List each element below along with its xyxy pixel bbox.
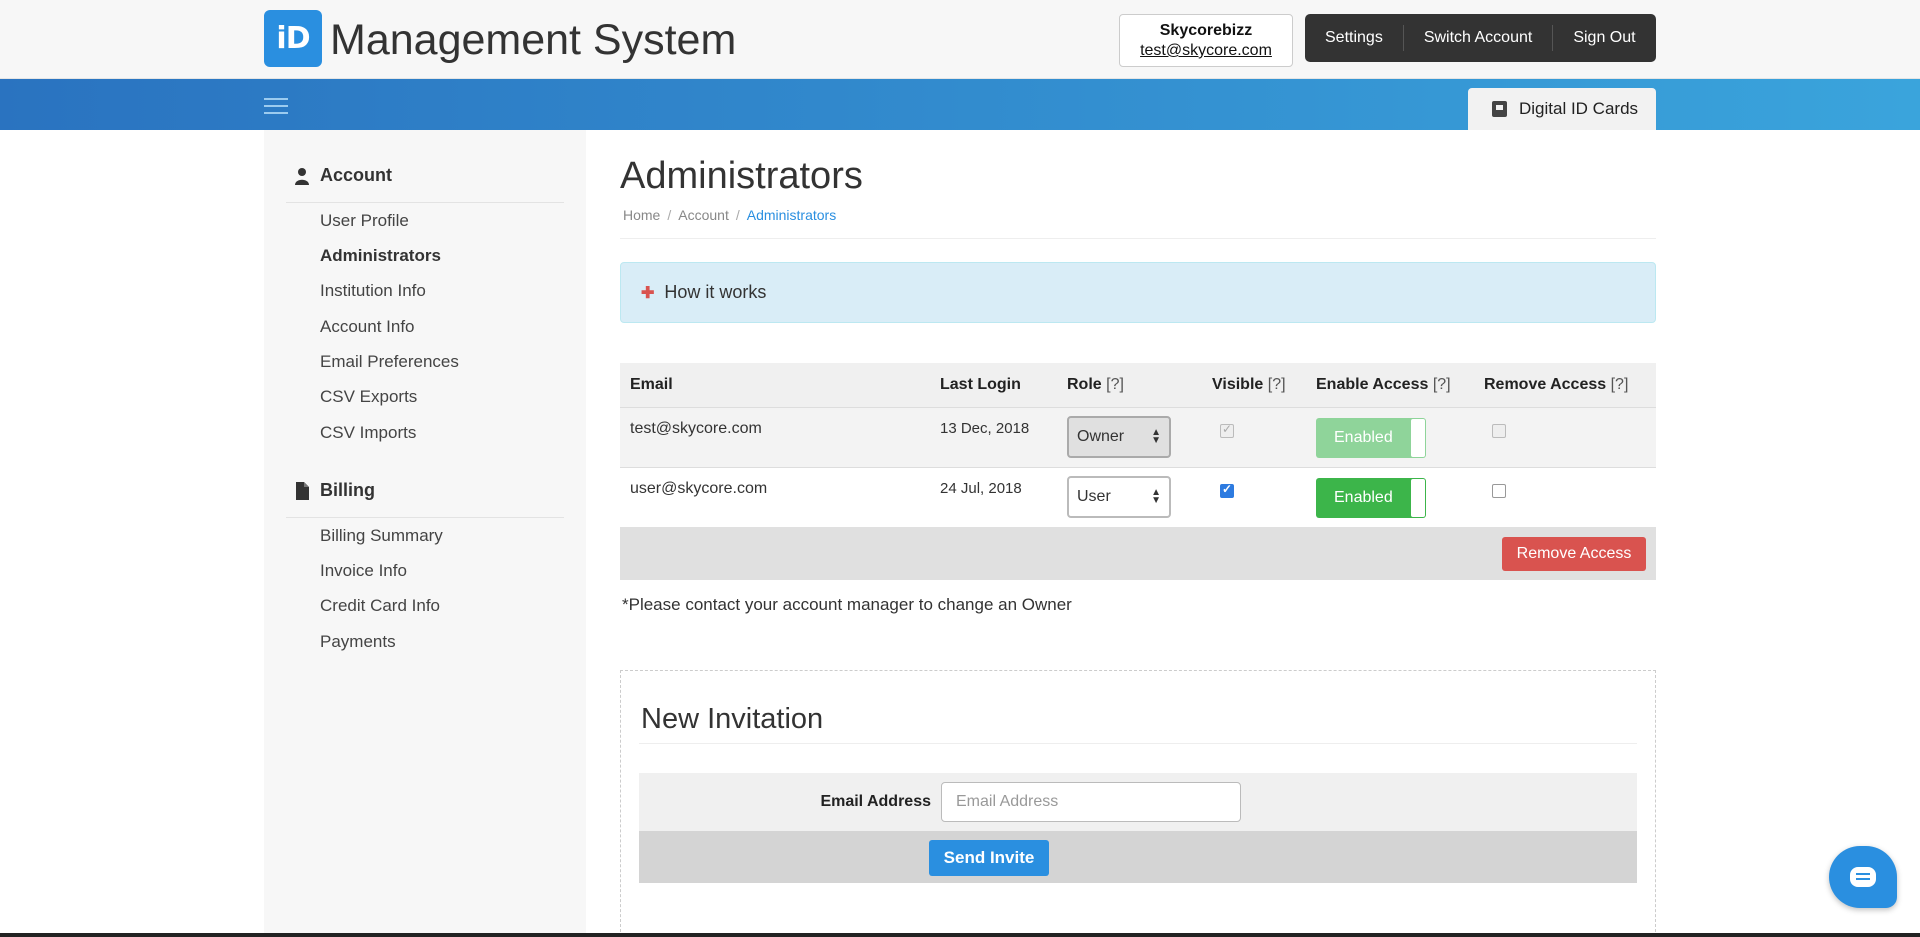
remove-access-checkbox[interactable]	[1492, 483, 1506, 498]
table-row: test@skycore.com 13 Dec, 2018 Owner▲▼ En…	[620, 407, 1656, 468]
sidebar-item-invoice-info[interactable]: Invoice Info	[320, 561, 407, 581]
remove-access-button[interactable]: Remove Access	[1502, 537, 1646, 571]
sidebar-item-institution-info[interactable]: Institution Info	[320, 281, 426, 301]
breadcrumb-current: Administrators	[746, 207, 837, 223]
top-header: iD Management System Skycorebizz test@sk…	[0, 0, 1920, 79]
sidebar-section-account-title: Account	[320, 165, 392, 185]
administrators-table: Email Last Login Role [?] Visible [?] En…	[620, 363, 1656, 528]
sidebar: Account User Profile Administrators Inst…	[264, 130, 586, 937]
breadcrumb-home[interactable]: Home	[623, 207, 660, 223]
sidebar-item-billing-summary[interactable]: Billing Summary	[320, 526, 443, 546]
digital-id-cards-label: Digital ID Cards	[1519, 99, 1639, 118]
role-cell: Owner ▲ ▼	[1057, 407, 1202, 468]
table-row: user@skycore.com 24 Jul, 2018 User▲▼ Ena…	[620, 467, 1656, 528]
col-enable-access: Enable Access [?]	[1306, 363, 1474, 408]
enable-access-help-link[interactable]: [?]	[1433, 376, 1451, 393]
breadcrumb-account[interactable]: Account	[678, 207, 729, 223]
sidebar-item-csv-exports[interactable]: CSV Exports	[320, 387, 417, 407]
divider	[620, 238, 1656, 239]
sidebar-item-email-preferences[interactable]: Email Preferences	[320, 352, 459, 372]
sidebar-section-account: Account	[294, 165, 392, 186]
enable-cell: Enabled	[1306, 467, 1474, 528]
visible-checkbox[interactable]	[1220, 422, 1234, 438]
col-email: Email	[620, 363, 930, 408]
col-remove-access: Remove Access [?]	[1474, 363, 1656, 408]
role-select[interactable]: User ▲ ▼	[1067, 475, 1171, 518]
col-role: Role [?]	[1057, 363, 1202, 408]
select-arrows-icon: ▲ ▼	[1151, 426, 1161, 446]
sidebar-item-administrators[interactable]: Administrators	[320, 246, 441, 266]
divider	[286, 517, 564, 518]
table-header-row: Email Last Login Role [?] Visible [?] En…	[620, 363, 1656, 408]
digital-id-cards-tab[interactable]: Digital ID Cards	[1468, 88, 1656, 130]
window-bottom-edge	[0, 933, 1920, 937]
role-select[interactable]: Owner ▲ ▼	[1067, 415, 1171, 458]
divider	[286, 202, 564, 203]
visible-help-link[interactable]: [?]	[1268, 376, 1286, 393]
sidebar-item-csv-imports[interactable]: CSV Imports	[320, 423, 416, 443]
row-last-login: 24 Jul, 2018	[930, 467, 1057, 528]
account-info-box: Skycorebizz test@skycore.com	[1119, 14, 1293, 67]
select-arrows-icon: ▲ ▼	[1151, 486, 1161, 506]
email-row: Email Address	[639, 773, 1637, 831]
plus-icon: ✚	[641, 284, 655, 302]
role-help-link[interactable]: [?]	[1106, 376, 1124, 393]
nav-bar: Digital ID Cards	[0, 79, 1920, 130]
send-invite-button[interactable]: Send Invite	[929, 840, 1049, 876]
account-name: Skycorebizz	[1159, 22, 1253, 39]
sidebar-item-credit-card-info[interactable]: Credit Card Info	[320, 596, 440, 616]
how-it-works-label: How it works	[664, 282, 767, 302]
hamburger-menu-icon[interactable]	[264, 98, 288, 116]
remove-cell	[1474, 407, 1656, 468]
role-cell: User ▲ ▼	[1057, 467, 1202, 528]
email-address-label: Email Address	[820, 793, 931, 810]
email-address-input[interactable]	[941, 782, 1241, 822]
row-last-login: 13 Dec, 2018	[930, 407, 1057, 468]
sign-out-link[interactable]: Sign Out	[1552, 25, 1655, 51]
new-invitation-panel: New Invitation Email Address Send Invite	[620, 670, 1656, 937]
settings-link[interactable]: Settings	[1305, 25, 1403, 51]
enable-cell: Enabled	[1306, 407, 1474, 468]
breadcrumb: Home / Account / Administrators	[623, 207, 837, 223]
document-icon	[296, 481, 309, 500]
remove-access-help-link[interactable]: [?]	[1611, 376, 1629, 393]
visible-cell	[1202, 467, 1306, 528]
row-email: user@skycore.com	[620, 467, 930, 528]
sidebar-item-payments[interactable]: Payments	[320, 632, 396, 652]
row-email: test@skycore.com	[620, 407, 930, 468]
sidebar-section-billing: Billing	[294, 480, 375, 501]
id-card-icon	[1492, 101, 1507, 117]
visible-cell	[1202, 407, 1306, 468]
owner-note: *Please contact your account manager to …	[622, 595, 1072, 614]
account-email-link[interactable]: test@skycore.com	[1120, 41, 1292, 61]
enable-access-toggle[interactable]: Enabled	[1316, 417, 1426, 458]
col-last-login: Last Login	[930, 363, 1057, 408]
table-action-bar: Remove Access	[620, 527, 1656, 580]
app-logo[interactable]: iD	[264, 10, 322, 67]
switch-account-link[interactable]: Switch Account	[1402, 25, 1553, 51]
visible-checkbox[interactable]	[1220, 482, 1234, 498]
chat-bubble-icon	[1850, 867, 1876, 887]
app-title: Management System	[330, 16, 737, 64]
chat-launcher-button[interactable]	[1829, 846, 1897, 908]
sidebar-item-account-info[interactable]: Account Info	[320, 317, 415, 337]
user-icon	[295, 167, 309, 185]
invite-action-bar: Send Invite	[639, 831, 1637, 883]
col-visible: Visible [?]	[1202, 363, 1306, 408]
remove-cell	[1474, 467, 1656, 528]
new-invitation-title: New Invitation	[641, 703, 824, 735]
page-title: Administrators	[620, 155, 863, 197]
how-it-works-panel[interactable]: ✚ How it works	[620, 262, 1656, 323]
sidebar-item-user-profile[interactable]: User Profile	[320, 211, 409, 231]
sidebar-section-billing-title: Billing	[320, 480, 375, 500]
divider	[639, 743, 1637, 744]
top-nav: Settings Switch Account Sign Out	[1305, 14, 1656, 62]
remove-access-checkbox[interactable]	[1492, 423, 1506, 438]
enable-access-toggle[interactable]: Enabled	[1316, 477, 1426, 518]
